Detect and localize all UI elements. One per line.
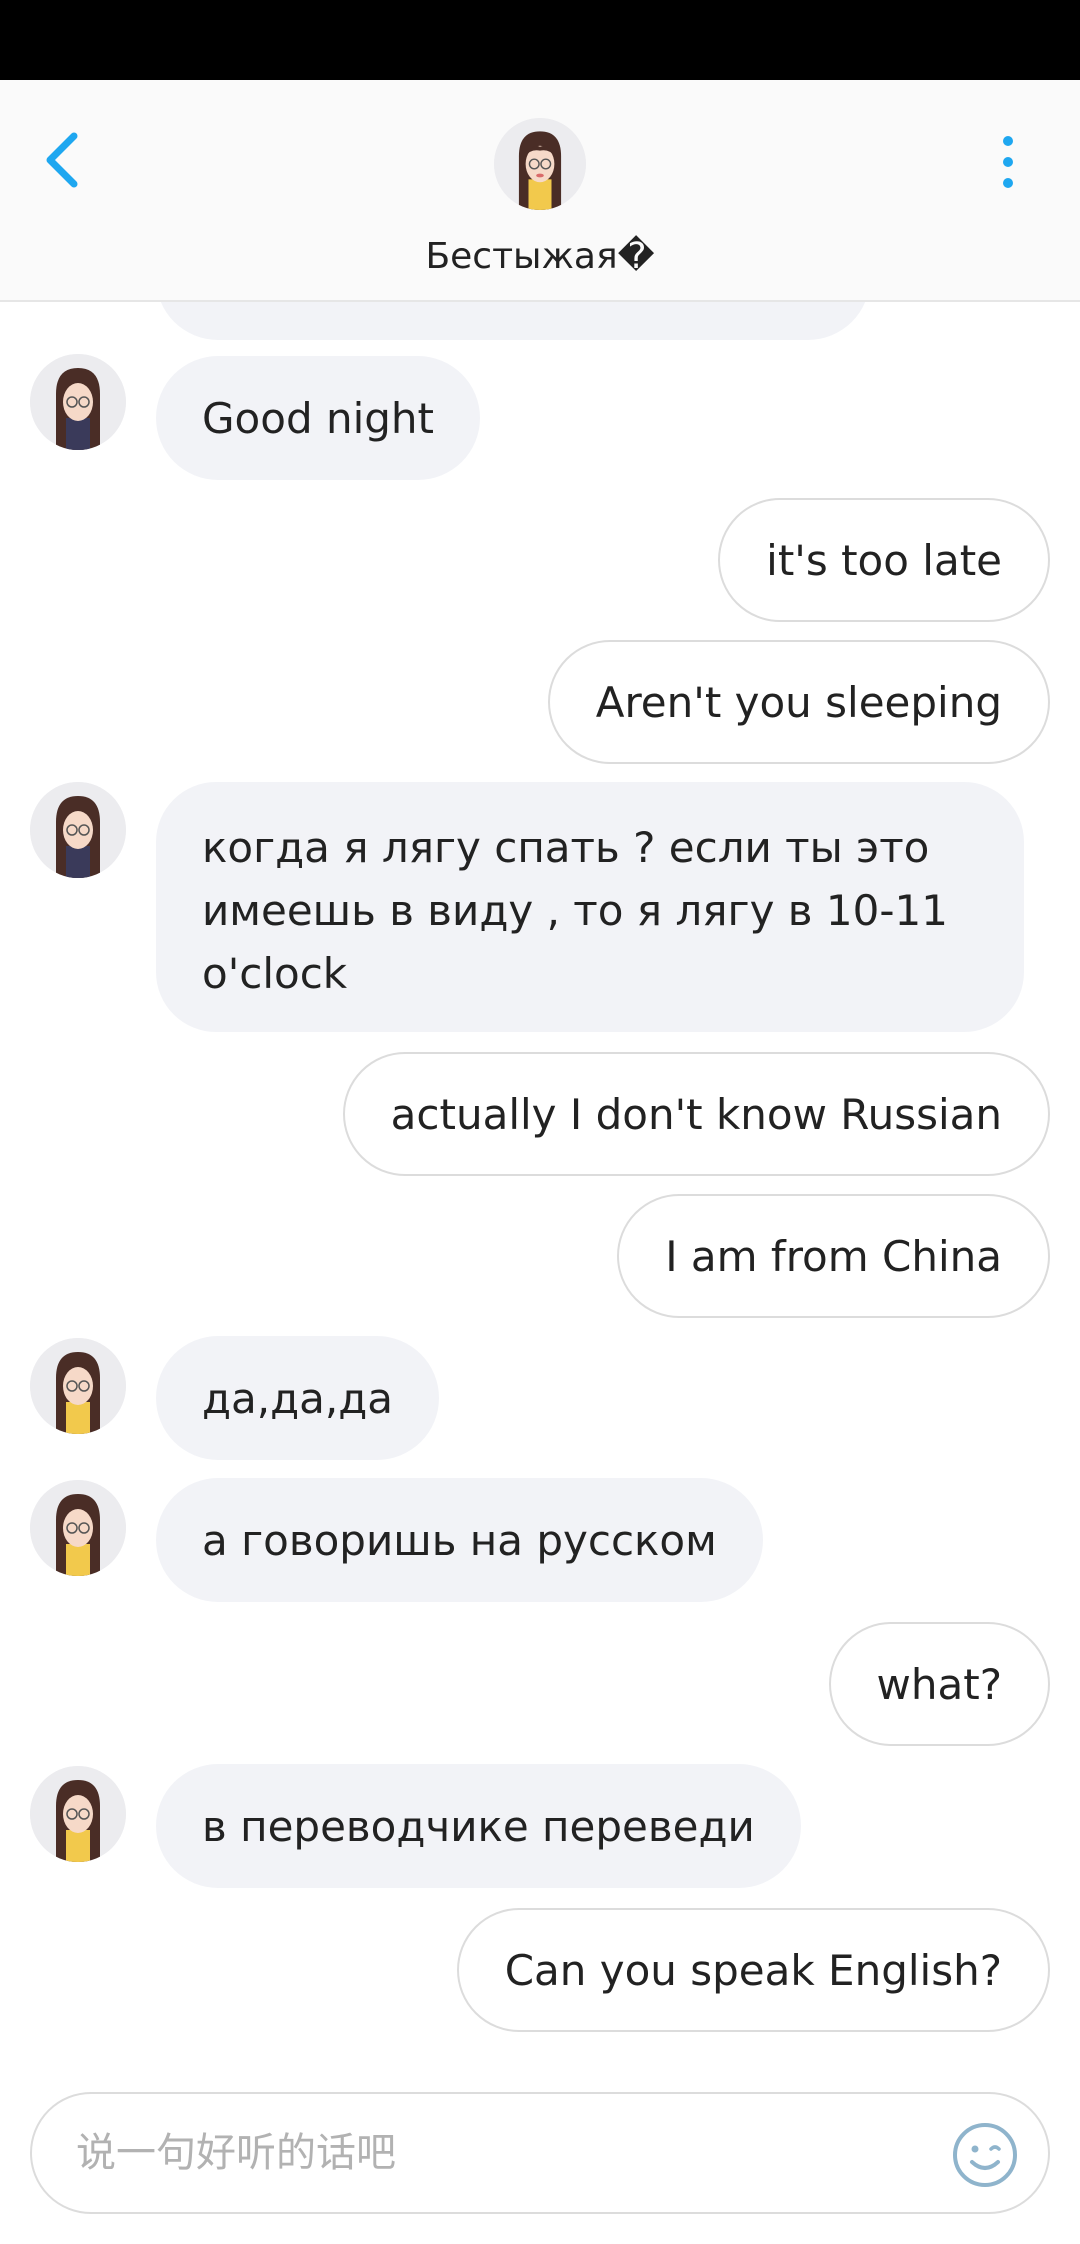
chevron-left-icon xyxy=(46,132,78,188)
contact-avatar[interactable] xyxy=(494,118,586,210)
status-bar xyxy=(0,0,1080,80)
message-bubble-incoming[interactable]: Good night xyxy=(156,356,480,480)
message-composer xyxy=(30,2092,1050,2214)
message-bubble-incoming[interactable]: в переводчике переведи xyxy=(156,1764,801,1888)
message-text: в переводчике переведи xyxy=(202,1801,755,1851)
message-text: Good night xyxy=(202,393,434,443)
avatar[interactable] xyxy=(30,1480,126,1576)
message-text: да,да,да xyxy=(202,1373,394,1423)
message-text: what? xyxy=(876,1659,1002,1709)
message-bubble-incoming[interactable]: а говоришь на русском xyxy=(156,1478,763,1602)
message-text: а говоришь на русском xyxy=(202,1515,717,1565)
message-bubble-incoming[interactable]: да,да,да xyxy=(156,1336,440,1460)
avatar[interactable] xyxy=(30,1766,126,1862)
smile-emoji-icon xyxy=(953,2123,1017,2187)
message-bubble-outgoing[interactable]: what? xyxy=(828,1622,1050,1746)
message-bubble-outgoing[interactable]: it's too late xyxy=(718,498,1050,622)
avatar[interactable] xyxy=(30,1338,126,1434)
message-bubble-outgoing[interactable]: Can you speak English? xyxy=(456,1908,1050,2032)
message-text: Aren't you sleeping xyxy=(595,677,1002,727)
message-bubble-outgoing[interactable]: actually I don't know Russian xyxy=(342,1052,1050,1176)
avatar[interactable] xyxy=(30,782,126,878)
emoji-button[interactable] xyxy=(952,2122,1018,2188)
message-input[interactable] xyxy=(76,2094,936,2212)
message-list[interactable]: Good night it's too late Aren't you slee… xyxy=(0,302,1080,2082)
chat-header: Бестыжая� xyxy=(0,80,1080,302)
message-bubble-incoming[interactable]: когда я лягу спать ? если ты это имеешь … xyxy=(156,782,1024,1032)
message-text: когда я лягу спать ? если ты это имеешь … xyxy=(202,823,948,998)
message-bubble-outgoing[interactable]: I am from China xyxy=(617,1194,1050,1318)
more-vertical-icon xyxy=(1003,136,1013,146)
message-text: actually I don't know Russian xyxy=(390,1089,1002,1139)
message-text: it's too late xyxy=(766,535,1002,585)
message-text: Can you speak English? xyxy=(504,1945,1002,1995)
more-options-button[interactable] xyxy=(990,130,1026,194)
contact-name: Бестыжая� xyxy=(425,236,655,277)
avatar[interactable] xyxy=(30,354,126,450)
message-bubble-outgoing[interactable]: Aren't you sleeping xyxy=(547,640,1050,764)
message-bubble-partial xyxy=(156,302,870,340)
message-text: I am from China xyxy=(665,1231,1002,1281)
back-button[interactable] xyxy=(36,128,88,192)
